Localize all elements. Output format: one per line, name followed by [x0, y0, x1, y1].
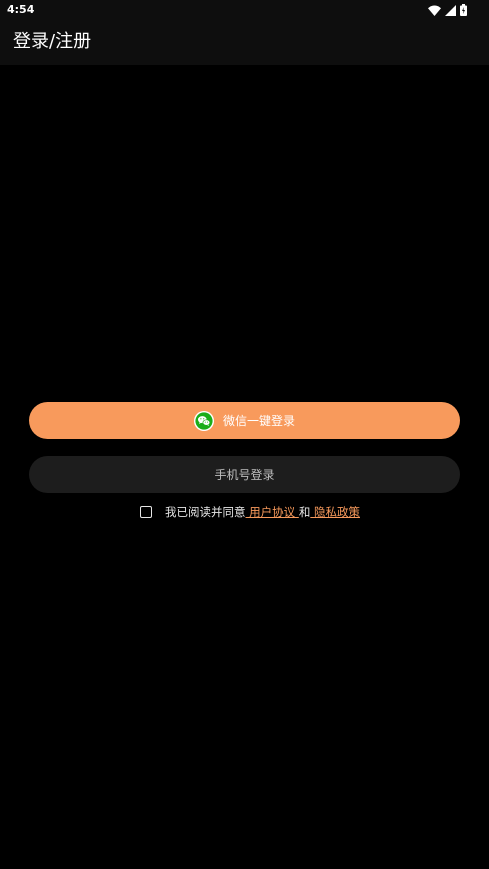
- battery-icon: [460, 4, 467, 16]
- agreement-text: 我已阅读并同意 用户协议 和 隐私政策: [165, 504, 360, 520]
- phone-login-label: 手机号登录: [214, 468, 275, 482]
- phone-login-button[interactable]: 手机号登录: [29, 456, 460, 493]
- privacy-policy-link[interactable]: 隐私政策: [310, 505, 360, 519]
- agreement-checkbox[interactable]: [140, 506, 152, 518]
- wechat-icon: [193, 410, 214, 431]
- page-title: 登录/注册: [13, 31, 92, 52]
- signal-icon: [445, 4, 456, 16]
- login-screen: 4:54 登录/注册 微信一键登录 手机号登录 我已阅读并同意 用户协议 和 隐…: [0, 0, 489, 869]
- user-agreement-link[interactable]: 用户协议: [246, 505, 299, 519]
- wechat-login-label: 微信一键登录: [222, 414, 295, 428]
- app-bar: 登录/注册: [0, 20, 489, 65]
- status-bar: 4:54: [0, 0, 489, 20]
- wechat-login-button[interactable]: 微信一键登录: [29, 402, 460, 439]
- agreement-row: 我已阅读并同意 用户协议 和 隐私政策: [0, 504, 489, 520]
- status-time: 4:54: [7, 3, 35, 16]
- status-icons: [428, 4, 467, 16]
- wifi-icon: [428, 5, 441, 16]
- agreement-conjunction: 和: [298, 505, 311, 519]
- agreement-prefix: 我已阅读并同意: [165, 505, 246, 519]
